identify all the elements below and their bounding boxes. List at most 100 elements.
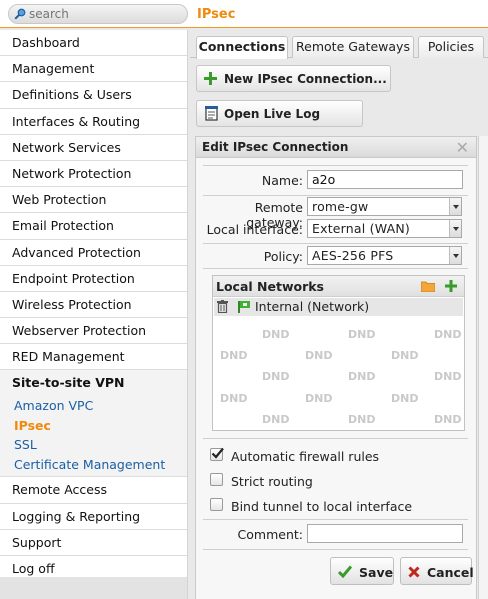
nav-advanced-protection[interactable]: Advanced Protection <box>0 240 187 266</box>
list-item[interactable]: Internal (Network) <box>214 298 463 316</box>
open-log-label: Open Live Log <box>224 107 321 121</box>
right-panel-edge <box>478 136 488 599</box>
bind-tunnel-checkbox[interactable] <box>210 498 223 511</box>
comment-label: Comment: <box>237 527 303 542</box>
nav-web-protection[interactable]: Web Protection <box>0 187 187 214</box>
search-icon <box>14 8 26 20</box>
nav-support[interactable]: Support <box>0 530 187 556</box>
nav-management[interactable]: Management <box>0 56 187 83</box>
divider <box>203 519 468 520</box>
cancel-button[interactable]: Cancel <box>400 557 474 585</box>
nav-red-management[interactable]: RED Management <box>0 344 187 371</box>
dnd-placeholder: DND <box>391 392 419 405</box>
sidebar: Dashboard Management Definitions & Users… <box>0 30 188 599</box>
auto-firewall-checkbox[interactable] <box>210 447 224 461</box>
remote-gateway-select[interactable]: rome-gw <box>307 197 462 216</box>
name-label: Name: <box>261 173 303 188</box>
search-box[interactable] <box>8 4 188 24</box>
divider <box>203 195 468 196</box>
comment-field[interactable] <box>307 524 463 543</box>
new-ipsec-connection-button[interactable]: New IPsec Connection... <box>196 65 391 92</box>
nav-network-services[interactable]: Network Services <box>0 135 187 161</box>
dnd-placeholder: DND <box>348 370 376 383</box>
chevron-down-icon <box>449 220 461 237</box>
dnd-placeholder: DND <box>434 370 462 383</box>
dialog-header: Edit IPsec Connection ✕ <box>196 137 476 158</box>
close-icon[interactable]: ✕ <box>456 138 469 157</box>
save-button[interactable]: Save <box>330 557 394 585</box>
nav-interfaces-routing[interactable]: Interfaces & Routing <box>0 109 187 135</box>
nav-remote-access[interactable]: Remote Access <box>0 477 187 504</box>
chevron-down-icon <box>449 198 461 215</box>
sub-item-amazon-vpc[interactable]: Amazon VPC <box>0 396 187 416</box>
local-networks-box[interactable]: Local Networks Internal (Network) DND DN… <box>212 275 465 431</box>
strict-routing-label: Strict routing <box>231 474 313 489</box>
sidebar-footer <box>0 577 187 599</box>
divider <box>203 268 468 269</box>
dialog-title: Edit IPsec Connection <box>202 140 349 154</box>
name-field[interactable]: a2o <box>307 170 463 189</box>
divider <box>203 165 468 166</box>
checkmark-icon <box>211 447 224 459</box>
dnd-placeholder: DND <box>220 349 248 362</box>
nav-network-protection[interactable]: Network Protection <box>0 161 187 188</box>
accent-line <box>0 27 488 28</box>
dnd-placeholder: DND <box>434 413 462 426</box>
local-interface-value: External (WAN) <box>312 221 410 236</box>
trash-icon[interactable] <box>217 300 228 313</box>
dnd-placeholder: DND <box>305 349 333 362</box>
policy-select[interactable]: AES-256 PFS <box>307 246 462 265</box>
dnd-placeholder: DND <box>348 413 376 426</box>
cancel-label: Cancel <box>427 565 474 580</box>
local-interface-select[interactable]: External (WAN) <box>307 219 462 238</box>
nav-webserver-protection[interactable]: Webserver Protection <box>0 318 187 345</box>
tab-connections[interactable]: Connections <box>196 36 288 59</box>
edit-ipsec-dialog: Edit IPsec Connection ✕ Name: a2o Remote… <box>195 136 477 599</box>
divider <box>203 243 468 244</box>
new-connection-label: New IPsec Connection... <box>224 72 387 86</box>
search-input[interactable] <box>29 6 179 22</box>
dnd-placeholder: DND <box>220 392 248 405</box>
nav-dashboard[interactable]: Dashboard <box>0 30 187 57</box>
sub-item-certificate-management[interactable]: Certificate Management <box>0 455 187 475</box>
local-networks-title: Local Networks <box>216 279 325 294</box>
dnd-placeholder: DND <box>262 328 290 341</box>
network-icon <box>238 301 250 313</box>
nav-site-to-site-vpn[interactable]: Site-to-site VPN <box>0 370 187 397</box>
strict-routing-checkbox[interactable] <box>210 473 223 486</box>
top-bar: IPsec <box>0 0 488 28</box>
open-live-log-button[interactable]: Open Live Log <box>196 100 363 127</box>
nav-definitions-users[interactable]: Definitions & Users <box>0 82 187 109</box>
page-title: IPsec <box>197 7 236 22</box>
auto-firewall-label: Automatic firewall rules <box>231 449 380 464</box>
dnd-placeholder: DND <box>262 413 290 426</box>
chevron-down-icon <box>449 247 461 264</box>
dnd-placeholder: DND <box>348 328 376 341</box>
nav-logging-reporting[interactable]: Logging & Reporting <box>0 504 187 530</box>
plus-icon <box>204 72 217 85</box>
tab-policies[interactable]: Policies <box>418 36 484 58</box>
tab-remote-gateways[interactable]: Remote Gateways <box>292 36 414 58</box>
checkmark-icon <box>338 565 352 578</box>
dnd-placeholder: DND <box>262 370 290 383</box>
divider <box>203 549 468 550</box>
save-label: Save <box>359 565 394 580</box>
add-icon[interactable] <box>445 280 457 292</box>
policy-label: Policy: <box>263 249 303 264</box>
local-interface-label: Local interface: <box>206 222 303 237</box>
remote-gateway-value: rome-gw <box>312 199 369 214</box>
vpn-sub-menu: Amazon VPC IPsec SSL Certificate Managem… <box>0 396 187 478</box>
local-networks-header: Local Networks <box>213 276 464 297</box>
sub-item-ssl[interactable]: SSL <box>0 435 187 455</box>
folder-icon[interactable] <box>421 281 435 292</box>
log-icon <box>205 106 218 121</box>
cancel-x-icon <box>408 566 420 578</box>
nav-wireless-protection[interactable]: Wireless Protection <box>0 292 187 319</box>
bind-tunnel-label: Bind tunnel to local interface <box>231 499 413 514</box>
nav-email-protection[interactable]: Email Protection <box>0 213 187 240</box>
dnd-placeholder: DND <box>391 349 419 362</box>
divider <box>203 438 468 439</box>
local-network-item-label: Internal (Network) <box>255 299 370 314</box>
nav-endpoint-protection[interactable]: Endpoint Protection <box>0 266 187 292</box>
sub-item-ipsec[interactable]: IPsec <box>0 416 187 436</box>
